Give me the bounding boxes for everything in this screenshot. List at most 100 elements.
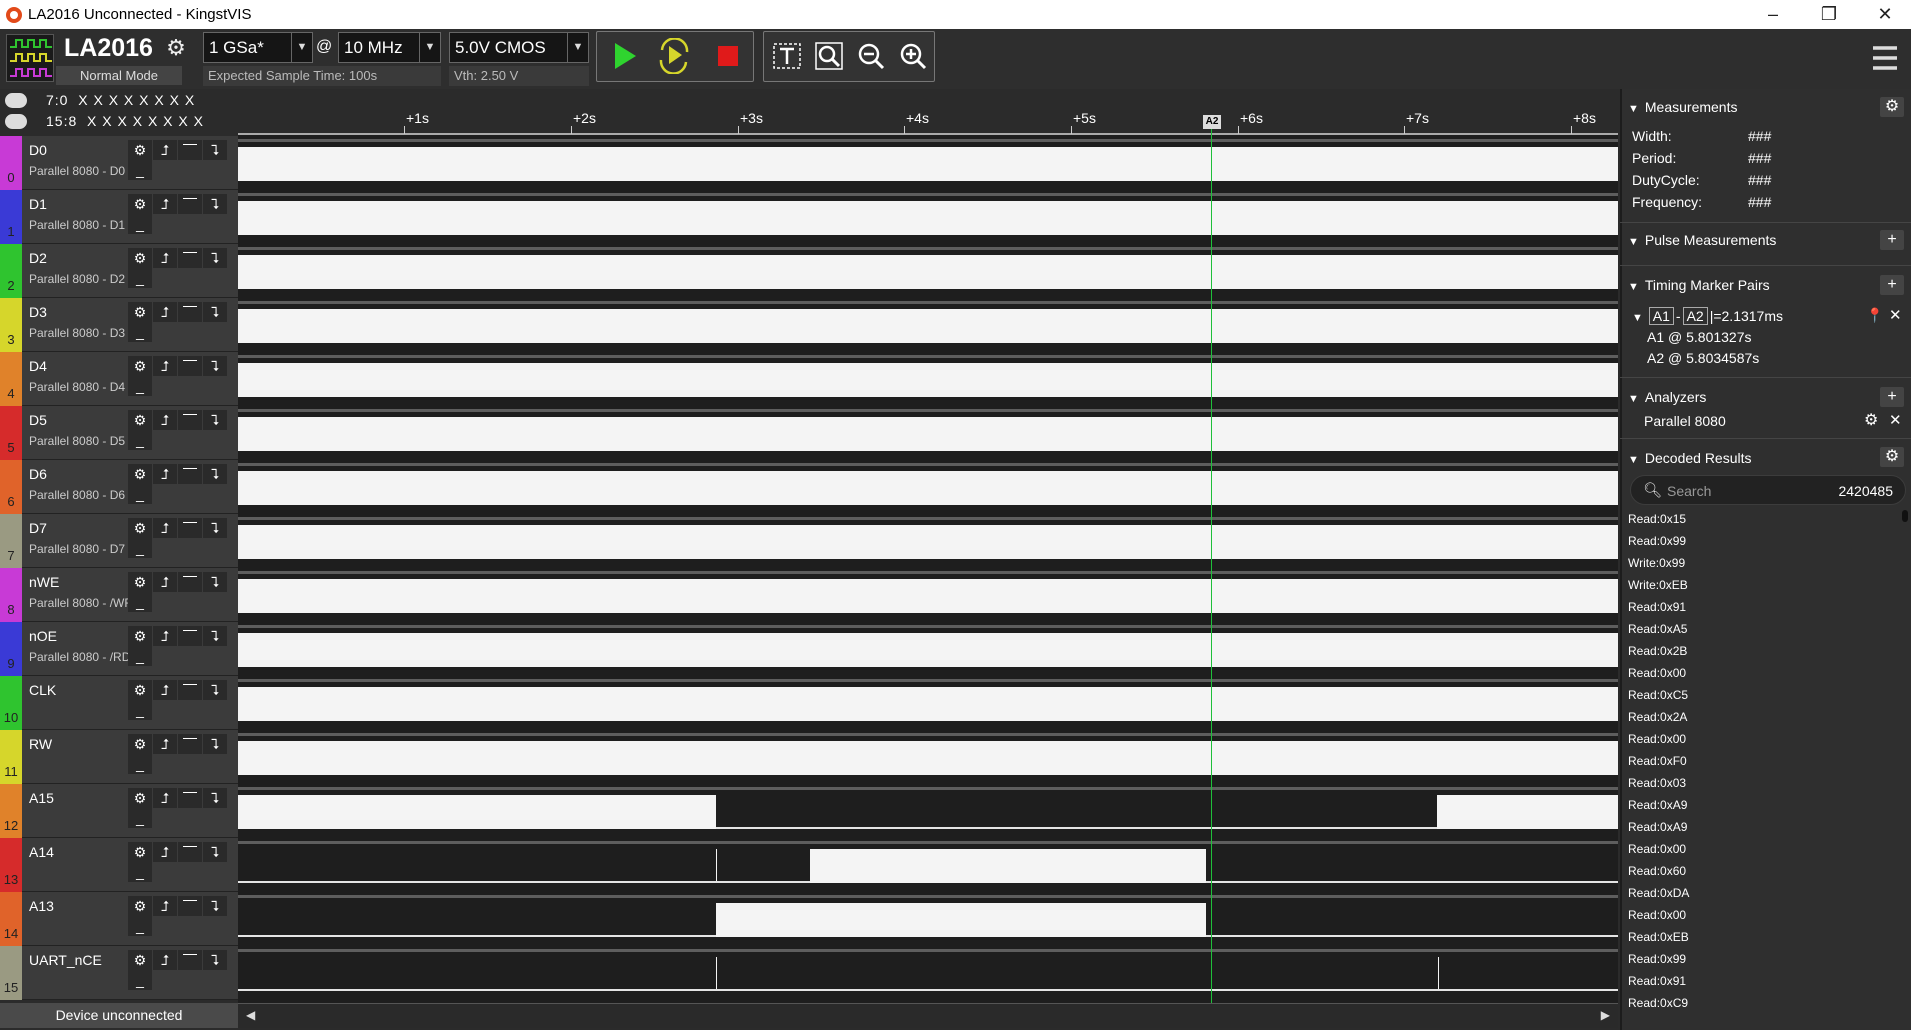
maximize-button[interactable]: ❐ <box>1800 0 1858 29</box>
channel-settings-gear-icon[interactable]: ⚙ <box>128 896 152 916</box>
low-level-trigger-icon[interactable]: _ <box>128 862 152 882</box>
falling-edge-trigger-icon[interactable]: ⮧ <box>203 464 227 484</box>
channel-row[interactable]: 2 D2 Parallel 8080 - D2 ⚙ ⮥ ⎺ ⮧ _ <box>0 244 238 298</box>
minimize-button[interactable]: – <box>1744 0 1802 29</box>
zoom-fit-icon[interactable] <box>811 38 847 74</box>
decoded-result-item[interactable]: Read:0x60 <box>1628 860 1686 882</box>
decoded-result-item[interactable]: Read:0xA9 <box>1628 816 1687 838</box>
high-level-trigger-icon[interactable]: ⎺ <box>178 680 202 700</box>
zoom-in-icon[interactable] <box>895 38 931 74</box>
decoded-result-item[interactable]: Read:0x15 <box>1628 508 1686 530</box>
falling-edge-trigger-icon[interactable]: ⮧ <box>203 950 227 970</box>
channel-row[interactable]: 7 D7 Parallel 8080 - D7 ⚙ ⮥ ⎺ ⮧ _ <box>0 514 238 568</box>
channel-name[interactable]: UART_nCE <box>29 952 102 968</box>
low-level-trigger-icon[interactable]: _ <box>128 808 152 828</box>
channel-settings-gear-icon[interactable]: ⚙ <box>128 842 152 862</box>
channel-settings-gear-icon[interactable]: ⚙ <box>128 194 152 214</box>
decoded-result-item[interactable]: Read:0x91 <box>1628 596 1686 618</box>
scroll-right-icon[interactable]: ▶ <box>1601 1008 1610 1022</box>
high-level-trigger-icon[interactable]: ⎺ <box>178 356 202 376</box>
channel-name[interactable]: nOE <box>29 628 57 644</box>
measurements-settings-gear-icon[interactable]: ⚙ <box>1880 97 1904 117</box>
falling-edge-trigger-icon[interactable]: ⮧ <box>203 356 227 376</box>
channel-settings-gear-icon[interactable]: ⚙ <box>128 680 152 700</box>
low-level-trigger-icon[interactable]: _ <box>128 484 152 504</box>
rising-edge-trigger-icon[interactable]: ⮥ <box>153 680 177 700</box>
waveform-lane[interactable] <box>238 946 1618 1000</box>
high-level-trigger-icon[interactable]: ⎺ <box>178 518 202 538</box>
results-scrollbar-thumb[interactable] <box>1902 510 1908 522</box>
falling-edge-trigger-icon[interactable]: ⮧ <box>203 248 227 268</box>
waveform-lane[interactable] <box>238 244 1618 298</box>
falling-edge-trigger-icon[interactable]: ⮧ <box>203 410 227 430</box>
waveform-lane[interactable] <box>238 406 1618 460</box>
rising-edge-trigger-icon[interactable]: ⮥ <box>153 140 177 160</box>
channel-row[interactable]: 14 A13 ⚙ ⮥ ⎺ ⮧ _ <box>0 892 238 946</box>
channel-row[interactable]: 4 D4 Parallel 8080 - D4 ⚙ ⮥ ⎺ ⮧ _ <box>0 352 238 406</box>
low-level-trigger-icon[interactable]: _ <box>128 322 152 342</box>
decoded-result-item[interactable]: Read:0x91 <box>1628 970 1686 992</box>
high-level-trigger-icon[interactable]: ⎺ <box>178 788 202 808</box>
decoded-result-item[interactable]: Read:0x2A <box>1628 706 1687 728</box>
decoded-results-header[interactable]: ▼ Decoded Results <box>1628 450 1752 466</box>
low-level-trigger-icon[interactable]: _ <box>128 916 152 936</box>
pin-icon[interactable]: 📍 <box>1866 307 1883 324</box>
bus-toggle[interactable] <box>5 93 27 108</box>
channel-name[interactable]: D4 <box>29 358 47 374</box>
falling-edge-trigger-icon[interactable]: ⮧ <box>203 734 227 754</box>
marker-flag-a2[interactable]: A2 <box>1203 115 1221 129</box>
high-level-trigger-icon[interactable]: ⎺ <box>178 194 202 214</box>
decoded-result-item[interactable]: Read:0x99 <box>1628 530 1686 552</box>
low-level-trigger-icon[interactable]: _ <box>128 160 152 180</box>
channel-row[interactable]: 3 D3 Parallel 8080 - D3 ⚙ ⮥ ⎺ ⮧ _ <box>0 298 238 352</box>
low-level-trigger-icon[interactable]: _ <box>128 970 152 990</box>
falling-edge-trigger-icon[interactable]: ⮧ <box>203 518 227 538</box>
channel-row[interactable]: 0 D0 Parallel 8080 - D0 ⚙ ⮥ ⎺ ⮧ _ <box>0 136 238 190</box>
channel-row[interactable]: 1 D1 Parallel 8080 - D1 ⚙ ⮥ ⎺ ⮧ _ <box>0 190 238 244</box>
add-analyzer-button[interactable]: + <box>1880 387 1904 407</box>
channel-row[interactable]: 13 A14 ⚙ ⮥ ⎺ ⮧ _ <box>0 838 238 892</box>
pulse-measurements-header[interactable]: ▼ Pulse Measurements <box>1628 232 1776 248</box>
timing-marker-a2[interactable] <box>1211 118 1212 1003</box>
add-marker-pair-button[interactable]: + <box>1880 275 1904 295</box>
falling-edge-trigger-icon[interactable]: ⮧ <box>203 896 227 916</box>
zoom-out-icon[interactable] <box>853 38 889 74</box>
marker-pair-row[interactable]: ▼ A1- A2 |=2.1317ms <box>1632 307 1783 325</box>
rising-edge-trigger-icon[interactable]: ⮥ <box>153 194 177 214</box>
channel-name[interactable]: CLK <box>29 682 56 698</box>
low-level-trigger-icon[interactable]: _ <box>128 538 152 558</box>
channel-name[interactable]: RW <box>29 736 52 752</box>
falling-edge-trigger-icon[interactable]: ⮧ <box>203 680 227 700</box>
decoded-result-item[interactable]: Read:0x99 <box>1628 948 1686 970</box>
high-level-trigger-icon[interactable]: ⎺ <box>178 950 202 970</box>
measurements-header[interactable]: ▼ Measurements <box>1628 99 1737 115</box>
high-level-trigger-icon[interactable]: ⎺ <box>178 572 202 592</box>
high-level-trigger-icon[interactable]: ⎺ <box>178 464 202 484</box>
waveform-lane[interactable] <box>238 892 1618 946</box>
rising-edge-trigger-icon[interactable]: ⮥ <box>153 842 177 862</box>
remove-pair-close-icon[interactable]: ✕ <box>1889 306 1902 324</box>
decoded-result-item[interactable]: Read:0x00 <box>1628 904 1686 926</box>
channel-settings-gear-icon[interactable]: ⚙ <box>128 734 152 754</box>
falling-edge-trigger-icon[interactable]: ⮧ <box>203 302 227 322</box>
waveform-lane[interactable] <box>238 676 1618 730</box>
channel-settings-gear-icon[interactable]: ⚙ <box>128 410 152 430</box>
waveform-lane[interactable] <box>238 838 1618 892</box>
analyzer-item[interactable]: Parallel 8080 <box>1644 413 1726 429</box>
waveform-lane[interactable] <box>238 352 1618 406</box>
decoded-result-item[interactable]: Read:0x00 <box>1628 662 1686 684</box>
channel-name[interactable]: D0 <box>29 142 47 158</box>
channel-settings-gear-icon[interactable]: ⚙ <box>128 950 152 970</box>
decoded-result-item[interactable]: Read:0xA5 <box>1628 618 1687 640</box>
rising-edge-trigger-icon[interactable]: ⮥ <box>153 734 177 754</box>
high-level-trigger-icon[interactable]: ⎺ <box>178 248 202 268</box>
channel-settings-gear-icon[interactable]: ⚙ <box>128 626 152 646</box>
device-settings-gear-icon[interactable]: ⚙ <box>164 36 188 60</box>
horizontal-scrollbar[interactable]: ◀ ▶ <box>238 1003 1618 1028</box>
high-level-trigger-icon[interactable]: ⎺ <box>178 140 202 160</box>
falling-edge-trigger-icon[interactable]: ⮧ <box>203 788 227 808</box>
decoded-result-item[interactable]: Read:0x2B <box>1628 640 1687 662</box>
channel-settings-gear-icon[interactable]: ⚙ <box>128 356 152 376</box>
remove-analyzer-close-icon[interactable]: ✕ <box>1889 411 1902 429</box>
channel-settings-gear-icon[interactable]: ⚙ <box>128 248 152 268</box>
